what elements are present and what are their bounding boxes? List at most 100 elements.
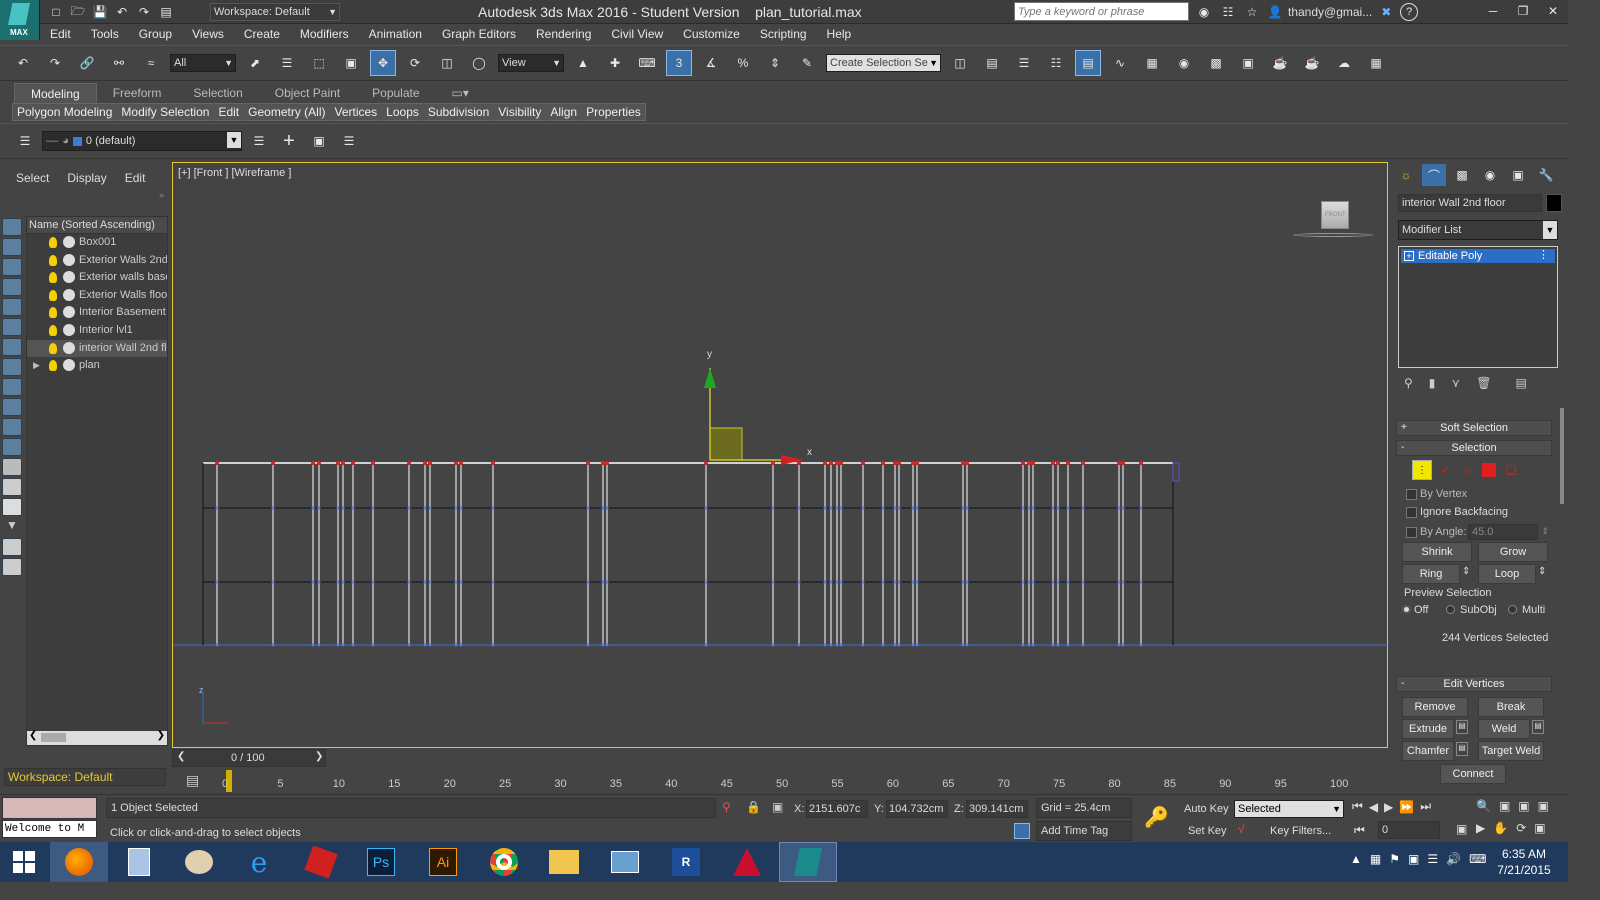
absolute-mode-icon[interactable]: ▣	[772, 800, 783, 814]
scene-explorer-icon[interactable]: ☷	[1043, 50, 1069, 76]
display-helpers-icon[interactable]	[2, 338, 22, 356]
connect-button[interactable]: Connect	[1440, 764, 1506, 784]
ring-spinner-icon[interactable]: ⇕	[1462, 566, 1470, 577]
percent-snap-button[interactable]: %	[730, 50, 756, 76]
time-configuration-icon[interactable]: ▣	[1456, 822, 1467, 836]
key-mode-toggle-icon[interactable]: ⏮	[1354, 823, 1365, 838]
adaptive-degradation-icon[interactable]	[1014, 823, 1030, 839]
display-space-warps-icon[interactable]	[2, 358, 22, 376]
selection-rollout[interactable]: - Selection	[1396, 440, 1552, 456]
visibility-lightbulb-icon[interactable]	[49, 307, 57, 319]
menu-group[interactable]: Group	[129, 24, 182, 44]
remove-modifier-icon[interactable]: 🗑	[1476, 376, 1491, 390]
create-layer-icon[interactable]: +	[276, 128, 302, 154]
display-none-icon[interactable]	[2, 218, 22, 236]
field-of-view-icon[interactable]: ▶	[1476, 821, 1485, 835]
ribbon-tab-object-paint[interactable]: Object Paint	[259, 83, 356, 103]
zoom-all-icon[interactable]: ▣	[1499, 799, 1510, 813]
scene-explorer-expand-icon[interactable]: »	[159, 190, 164, 200]
ribbon-modify-selection[interactable]: Modify Selection	[117, 103, 215, 121]
ignore-backfacing-checkbox[interactable]	[1406, 507, 1417, 518]
taskbar-autocad[interactable]	[718, 842, 776, 882]
tray-flag-icon[interactable]: ⚑	[1389, 852, 1400, 866]
show-end-result-icon[interactable]: ▮	[1429, 376, 1436, 390]
display-all-icon[interactable]	[2, 238, 22, 256]
scroll-right-icon[interactable]: ❯	[157, 730, 165, 741]
taskbar-calculator[interactable]	[110, 842, 168, 882]
display-groups-icon[interactable]	[2, 378, 22, 396]
ribbon-properties[interactable]: Properties	[582, 103, 645, 121]
previous-frame-icon[interactable]: ◀	[1369, 800, 1378, 814]
ribbon-align[interactable]: Align	[546, 103, 583, 121]
close-icon[interactable]: ✕	[1538, 0, 1568, 22]
selection-filter-dropdown[interactable]: All ▼	[170, 54, 236, 72]
auto-key-button[interactable]: Auto Key	[1184, 803, 1229, 815]
display-geometry-icon[interactable]	[2, 258, 22, 276]
preview-multi-radio[interactable]	[1508, 605, 1517, 614]
create-tab-icon[interactable]: ☼	[1394, 164, 1418, 186]
chamfer-settings-icon[interactable]: ▤	[1456, 742, 1468, 756]
key-mode-dropdown[interactable]: Selected ▼	[1234, 800, 1344, 818]
maxscript-mini[interactable]: Welcome to M	[2, 820, 97, 838]
select-scale-icon[interactable]: ◫	[434, 50, 460, 76]
visibility-lightbulb-icon[interactable]	[49, 342, 57, 354]
select-manipulate-icon[interactable]: ✚	[602, 50, 628, 76]
x-coord-field[interactable]: 2151.607c	[806, 800, 868, 818]
display-containers-icon[interactable]	[2, 438, 22, 456]
maximize-viewport-icon[interactable]: ▣	[1534, 821, 1545, 835]
undo-icon[interactable]: ↶	[10, 50, 36, 76]
modify-tab-icon[interactable]: ⌒	[1422, 164, 1446, 186]
preview-off-radio[interactable]	[1402, 605, 1411, 614]
weld-button[interactable]: Weld	[1478, 719, 1530, 739]
filter-icon[interactable]: ▼	[2, 518, 22, 536]
ribbon-subdivision[interactable]: Subdivision	[424, 103, 495, 121]
target-weld-button[interactable]: Target Weld	[1478, 741, 1544, 761]
zoom-extents-all-icon[interactable]: ▣	[1538, 799, 1549, 813]
user-account[interactable]: thandy@gmai...	[1288, 5, 1372, 19]
display-shapes-icon[interactable]	[2, 278, 22, 296]
workspace-dropdown[interactable]: Workspace: Default ▼	[210, 3, 340, 21]
scene-list-item[interactable]: Interior Basement	[27, 304, 167, 322]
select-object-icon[interactable]: ⬈	[242, 50, 268, 76]
save-file-icon[interactable]: 💾	[90, 2, 110, 22]
scene-explorer-tab-select[interactable]: Select	[16, 171, 49, 185]
break-button[interactable]: Break	[1478, 697, 1544, 717]
expand-triangle-icon[interactable]: ▶	[33, 357, 40, 375]
angle-snap-icon[interactable]: ∡	[698, 50, 724, 76]
scene-list-item[interactable]: interior Wall 2nd fl	[27, 339, 167, 358]
visibility-lightbulb-icon[interactable]	[49, 272, 57, 284]
next-frame-icon[interactable]: ⏩	[1399, 800, 1414, 814]
go-to-start-icon[interactable]: ⏮	[1352, 799, 1363, 814]
menu-views[interactable]: Views	[182, 24, 234, 44]
time-slider[interactable]: ❮ 0 / 100 ❯	[172, 749, 326, 767]
unlink-icon[interactable]: ⚯	[106, 50, 132, 76]
isolate-selection-icon[interactable]: ⚲	[722, 800, 731, 814]
scene-explorer-hscroll[interactable]: ❮ ❯	[27, 730, 167, 745]
spinner-snap-icon[interactable]: ⇕	[762, 50, 788, 76]
workspace-label[interactable]: Workspace: Default	[5, 770, 113, 784]
project-folder-icon[interactable]: ▤	[156, 2, 176, 22]
time-slider-value[interactable]: 0 / 100	[231, 752, 265, 764]
select-move-icon[interactable]: ✥	[370, 50, 396, 76]
extrude-button[interactable]: Extrude	[1402, 719, 1454, 739]
ribbon-loops[interactable]: Loops	[382, 103, 424, 121]
time-next-icon[interactable]: ❯	[315, 751, 323, 762]
tray-monitor-icon[interactable]: ▣	[1408, 852, 1419, 866]
edit-named-selection-icon[interactable]: ✎	[794, 50, 820, 76]
taskbar-sketchup[interactable]	[292, 842, 350, 882]
scene-explorer-tab-display[interactable]: Display	[67, 171, 106, 185]
ribbon-visibility[interactable]: Visibility	[494, 103, 547, 121]
polygon-mode-icon[interactable]	[1482, 463, 1496, 477]
rendered-frame-window-icon[interactable]: ▣	[1235, 50, 1261, 76]
display-hierarchy-icon[interactable]	[2, 498, 22, 516]
tray-keyboard-icon[interactable]: ⌨	[1469, 852, 1486, 866]
bind-space-warp-icon[interactable]: ≈	[138, 50, 164, 76]
curve-editor-icon[interactable]: ∿	[1107, 50, 1133, 76]
set-key-mode-icon[interactable]: 🔑	[1144, 805, 1169, 830]
pin-stack-icon[interactable]: ⚲	[1404, 376, 1413, 390]
taskbar-chrome[interactable]	[475, 842, 533, 882]
minimize-icon[interactable]: ─	[1478, 0, 1508, 22]
command-panel-scrollbar[interactable]	[1560, 408, 1564, 504]
select-place-icon[interactable]: ◯	[466, 50, 492, 76]
extrude-settings-icon[interactable]: ▤	[1456, 720, 1468, 734]
